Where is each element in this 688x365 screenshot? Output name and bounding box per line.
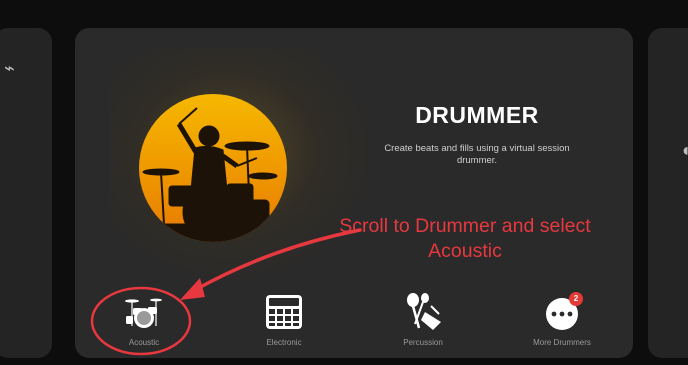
drummer-artwork-icon [139, 94, 287, 242]
next-instrument-card[interactable]: ◖ [648, 28, 688, 358]
drum-machine-icon [266, 295, 302, 329]
option-more-drummers[interactable]: More Drummers [507, 278, 617, 358]
instrument-title: DRUMMER [415, 102, 539, 128]
percussion-icon [407, 293, 441, 330]
drummer-type-bar: Acoustic Electronic Percussion More Drum… [75, 278, 633, 358]
instrument-fragment-icon: ◖ [680, 140, 688, 160]
option-label: Percussion [403, 338, 443, 347]
acoustic-drum-kit-icon [125, 298, 162, 328]
tutorial-annotation: Scroll to Drummer and select Acoustic [339, 215, 591, 262]
option-acoustic[interactable]: Acoustic [89, 278, 199, 358]
instrument-description: Create beats and fills using a virtual s… [384, 143, 570, 166]
option-percussion[interactable]: Percussion [368, 278, 478, 358]
option-label: Acoustic [128, 338, 160, 347]
drummer-card[interactable]: DRUMMER Create beats and fills using a v… [75, 28, 633, 358]
instrument-fragment-icon: ⌁ [4, 58, 15, 78]
option-label: Electronic [266, 338, 302, 347]
previous-instrument-card[interactable]: ⌁ [0, 28, 52, 358]
option-electronic[interactable]: Electronic [229, 278, 339, 358]
option-label: More Drummers [533, 338, 591, 347]
sound-browser-screen: ⌁ ◖ DRUMMER Create beats and fills using… [0, 0, 688, 365]
notification-badge: 2 [569, 292, 583, 306]
